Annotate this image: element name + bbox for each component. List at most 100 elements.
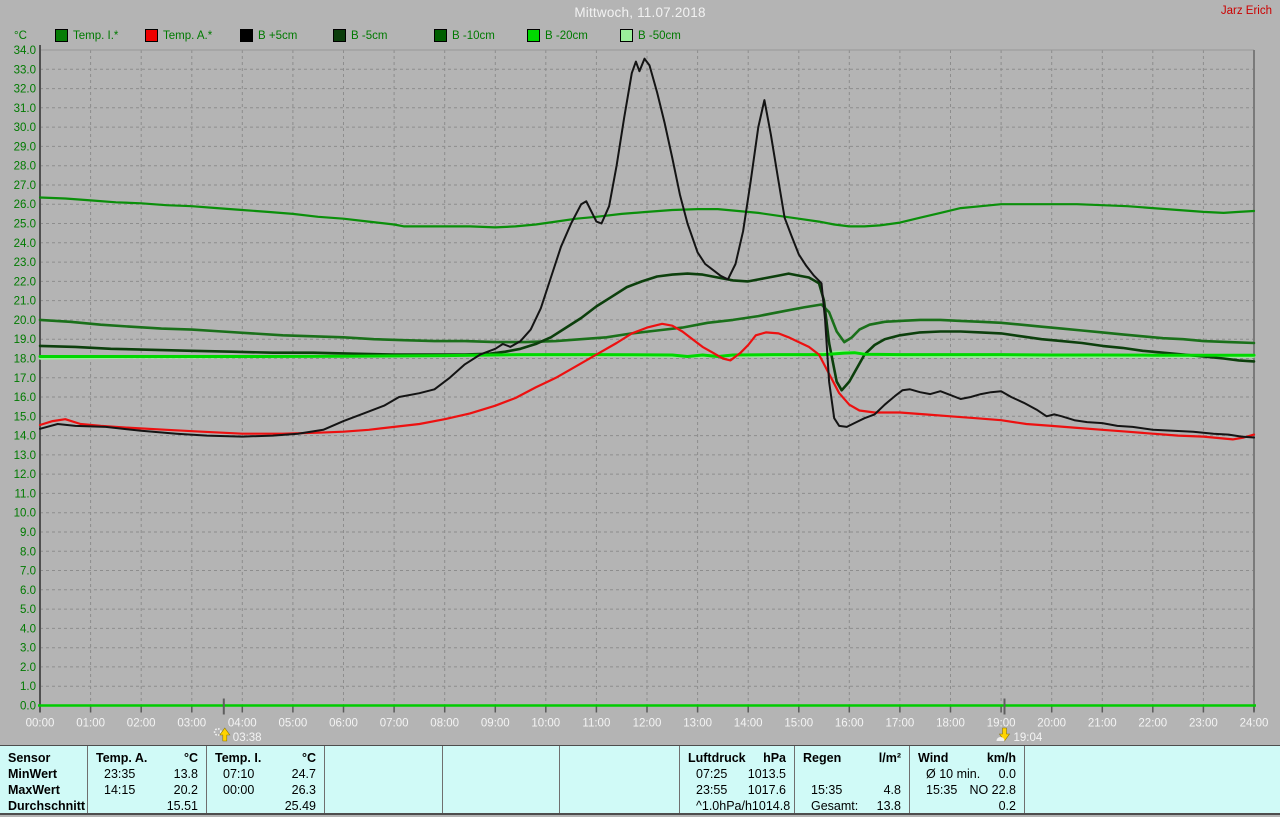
- stats-table: Sensor MinWert MaxWert Durchschnitt Temp. A.…: [0, 745, 1280, 815]
- sunrise-time-label: 03:38: [233, 732, 262, 744]
- y-tick-label: 8.0: [20, 546, 36, 558]
- stats-column-regen: Regen l/m² 15:35 4.8 Gesamt: 13.8: [795, 746, 910, 813]
- stats-cell-time: Gesamt:: [811, 799, 859, 813]
- stats-column-empty-8: [1025, 746, 1280, 813]
- sunrise-arrow-icon: [219, 727, 231, 742]
- stats-cell-value: 4.8: [883, 783, 901, 797]
- stats-column-unit: km/h: [986, 751, 1016, 765]
- stats-column-temp-a-: Temp. A. °C 23:35 13.8 14:15 20.2 15.51: [88, 746, 207, 813]
- x-tick-label: 08:00: [430, 718, 459, 730]
- stats-cell-value: 1014.8: [751, 799, 791, 813]
- stats-cell-time: 23:55: [696, 783, 728, 797]
- stats-column-unit: l/m²: [878, 751, 901, 765]
- stats-column-name: Luftdruck: [688, 751, 746, 765]
- y-tick-label: 13.0: [14, 450, 36, 462]
- weather-station-screen: Mittwoch, 11.07.2018 Jarz Erich °C Temp.…: [0, 0, 1280, 817]
- y-tick-label: 25.0: [14, 219, 36, 231]
- stats-cell-value: 0.0: [998, 767, 1016, 781]
- stats-column-unit: hPa: [763, 751, 786, 765]
- stats-cell-time: [1033, 798, 1041, 814]
- stats-row-label: Sensor: [8, 751, 51, 765]
- stats-column-luftdruck: Luftdruck hPa 07:25 1013.5 23:55 1017.6 ^1.0hP…: [680, 746, 795, 813]
- x-tick-label: 24:00: [1240, 718, 1269, 730]
- x-tick-label: 13:00: [683, 718, 712, 730]
- stats-cell-time: 07:25: [696, 767, 728, 781]
- x-tick-label: 15:00: [784, 718, 813, 730]
- x-tick-label: 16:00: [835, 718, 864, 730]
- y-tick-label: 34.0: [14, 45, 36, 57]
- y-tick-label: 28.0: [14, 161, 36, 173]
- x-tick-label: 14:00: [734, 718, 763, 730]
- y-tick-label: 16.0: [14, 392, 36, 404]
- stats-cell-time: Ø 10 min.: [926, 767, 981, 781]
- x-tick-label: 10:00: [531, 718, 560, 730]
- stats-column-empty-4: [560, 746, 680, 813]
- x-tick-label: 18:00: [936, 718, 965, 730]
- stats-cell-time: [568, 782, 576, 798]
- stats-cell-time: [451, 766, 459, 782]
- y-tick-label: 17.0: [14, 373, 36, 385]
- y-tick-label: 0.0: [20, 701, 36, 713]
- x-tick-label: 19:00: [987, 718, 1016, 730]
- stats-column-unit: °C: [183, 751, 198, 765]
- y-tick-label: 21.0: [14, 296, 36, 308]
- y-tick-label: 33.0: [14, 64, 36, 76]
- stats-column-empty-3: [443, 746, 560, 813]
- stats-cell-time: 15:35: [811, 783, 843, 797]
- stats-cell-value: 13.8: [173, 767, 198, 781]
- x-tick-label: 23:00: [1189, 718, 1218, 730]
- y-tick-label: 3.0: [20, 643, 36, 655]
- stats-cell-time: [918, 798, 926, 814]
- stats-row-label: MaxWert: [8, 783, 60, 797]
- y-tick-label: 22.0: [14, 276, 36, 288]
- stats-cell-time: ^1.0hPa/h: [696, 799, 752, 813]
- y-tick-label: 23.0: [14, 257, 36, 269]
- y-tick-label: 20.0: [14, 315, 36, 327]
- y-tick-label: 9.0: [20, 527, 36, 539]
- x-tick-label: 22:00: [1138, 718, 1167, 730]
- stats-row-label: Durchschnitt: [8, 799, 86, 813]
- stats-cell-time: [568, 798, 576, 814]
- stats-cell-time: [333, 782, 341, 798]
- y-tick-label: 14.0: [14, 431, 36, 443]
- x-tick-label: 21:00: [1088, 718, 1117, 730]
- y-tick-label: 24.0: [14, 238, 36, 250]
- stats-cell-time: 23:35: [104, 767, 136, 781]
- stats-cell-time: 15:35: [926, 783, 958, 797]
- stats-cell-value: NO 22.8: [969, 783, 1016, 797]
- chart-canvas: 00:00 01:00 02:00 03:00 04:00 05:00 06:00 07:00…: [14, 45, 1269, 744]
- x-tick-label: 17:00: [886, 718, 915, 730]
- x-tick-label: 09:00: [481, 718, 510, 730]
- y-tick-label: 7.0: [20, 566, 36, 578]
- y-tick-label: 6.0: [20, 585, 36, 597]
- stats-row-labels-column: Sensor MinWert MaxWert Durchschnitt: [0, 746, 88, 813]
- stats-column-name: Temp. A.: [96, 751, 148, 765]
- x-tick-label: 02:00: [127, 718, 156, 730]
- stats-cell-time: 07:10: [223, 767, 255, 781]
- y-tick-label: 11.0: [14, 488, 36, 500]
- y-tick-label: 2.0: [20, 662, 36, 674]
- stats-cell-time: 14:15: [104, 783, 136, 797]
- stats-column-name: Regen: [803, 751, 842, 765]
- stats-cell-value: 20.2: [173, 783, 198, 797]
- stats-cell-time: [215, 798, 223, 814]
- y-tick-label: 19.0: [14, 334, 36, 346]
- stats-cell-time: [568, 766, 576, 782]
- stats-cell-value: 25.49: [284, 799, 316, 813]
- y-tick-label: 1.0: [20, 681, 36, 693]
- stats-column-temp-i-: Temp. I. °C 07:10 24.7 00:00 26.3 25.49: [207, 746, 325, 813]
- y-tick-label: 31.0: [14, 103, 36, 115]
- x-tick-label: 07:00: [380, 718, 409, 730]
- series-b-20cm: [38, 351, 1256, 358]
- stats-column-name: Temp. I.: [215, 751, 262, 765]
- x-tick-label: 20:00: [1037, 718, 1066, 730]
- y-tick-label: 12.0: [14, 469, 36, 481]
- x-tick-label: 00:00: [26, 718, 55, 730]
- y-tick-label: 30.0: [14, 122, 36, 134]
- x-tick-label: 06:00: [329, 718, 358, 730]
- y-tick-label: 10.0: [14, 508, 36, 520]
- x-tick-label: 11:00: [582, 718, 610, 730]
- y-tick-label: 32.0: [14, 84, 36, 96]
- stats-cell-value: 13.8: [876, 799, 901, 813]
- stats-column-name: Wind: [918, 751, 949, 765]
